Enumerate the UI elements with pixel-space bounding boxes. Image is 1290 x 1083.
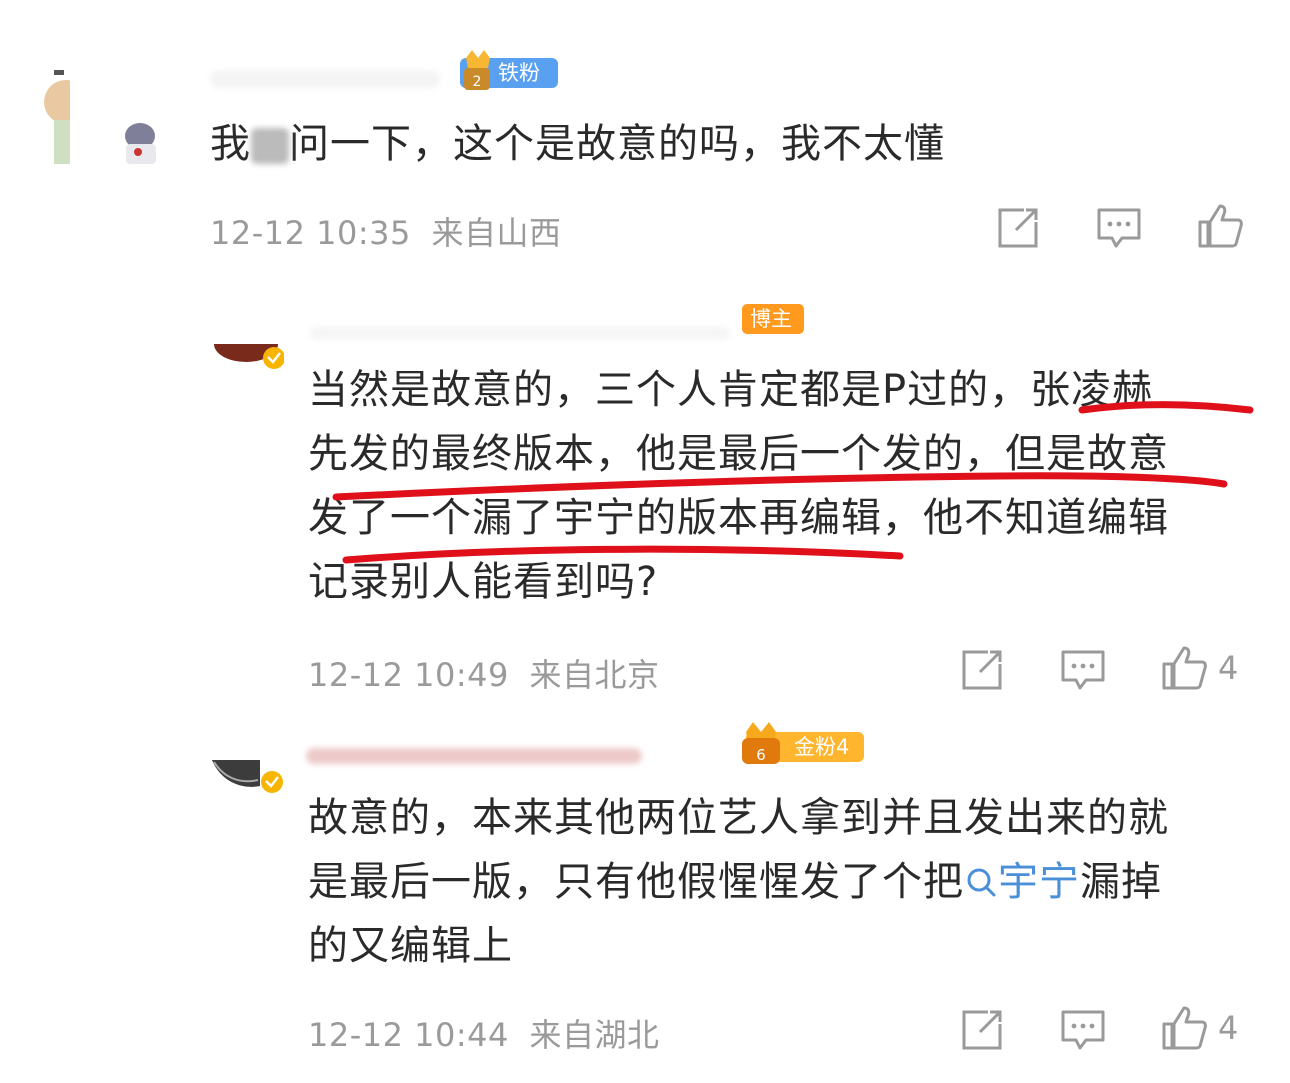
location: 来自北京 (529, 656, 660, 694)
comment-text: 故意的，本来其他两位艺人拿到并且发出来的就 是最后一版，只有他假惺惺发了个把 宇宁… (308, 786, 1268, 978)
username-hidden (306, 748, 642, 764)
avatar[interactable] (40, 60, 88, 170)
like-button[interactable]: 4 (1160, 1004, 1238, 1052)
share-button[interactable] (960, 1008, 1004, 1052)
crown-badge-icon: 2 (464, 50, 490, 90)
comment-line: 故意的，本来其他两位艺人拿到并且发出来的就 (308, 795, 1169, 841)
like-icon (1162, 1006, 1207, 1050)
share-button[interactable] (996, 206, 1040, 250)
like-count: 4 (1218, 649, 1239, 687)
comment-line: 记录别人能看到吗? (308, 559, 659, 605)
fan-badge[interactable]: 6 金粉4 (742, 722, 864, 764)
like-button[interactable]: 4 (1160, 644, 1238, 692)
timestamp: 12-12 10:35 (210, 214, 411, 252)
comment-icon (1061, 1010, 1105, 1050)
share-icon (962, 650, 1002, 690)
reply-button[interactable] (1060, 648, 1106, 694)
username-hidden (310, 326, 730, 340)
like-button[interactable] (1196, 202, 1254, 250)
location: 来自湖北 (529, 1016, 660, 1054)
crown-badge-icon: 6 (742, 722, 780, 764)
avatar[interactable] (212, 344, 284, 370)
timestamp: 12-12 10:44 (308, 1016, 509, 1054)
like-icon (1198, 204, 1243, 248)
comment-line: 当然是故意的，三个人肯定都是P过的，张凌赫 (308, 367, 1154, 413)
comment-line: 发了一个漏了宇宁的版本再编辑，他不知道编辑 (308, 495, 1169, 541)
comment-meta: 12-12 10:35 来自山西 (210, 208, 562, 254)
svg-text:2: 2 (473, 74, 482, 90)
share-icon (962, 1010, 1002, 1050)
comment-line: 先发的最终版本，他是最后一个发的，但是故意 (308, 431, 1169, 477)
avatar-sticker (118, 118, 166, 168)
author-badge: 博主 (742, 304, 804, 334)
comment-meta: 12-12 10:44 来自湖北 (308, 1010, 660, 1056)
like-count: 4 (1218, 1009, 1239, 1047)
comment-text: 当然是故意的，三个人肯定都是P过的，张凌赫 先发的最终版本，他是最后一个发的，但… (308, 358, 1268, 614)
comment-icon (1097, 208, 1141, 248)
topic-search-link[interactable]: 宇宁 (964, 859, 1080, 905)
location: 来自山西 (431, 214, 562, 252)
comment-icon (1061, 650, 1105, 690)
avatar[interactable] (210, 760, 286, 800)
comment-meta: 12-12 10:49 来自北京 (308, 650, 660, 696)
comment-line: 的又编辑上 (308, 923, 513, 969)
like-icon (1162, 646, 1207, 690)
comment-text: 我问一下，这个是故意的吗，我不太懂 (210, 121, 945, 167)
share-button[interactable] (960, 648, 1004, 692)
verified-icon (261, 771, 283, 793)
verified-icon (263, 347, 284, 369)
fan-badge-label: 铁粉1 (498, 61, 540, 115)
author-badge-label: 博主 (750, 307, 792, 331)
search-icon (967, 868, 996, 897)
svg-text:6: 6 (756, 746, 766, 764)
timestamp: 12-12 10:49 (308, 656, 509, 694)
username-hidden (210, 70, 440, 88)
reply-button[interactable] (1060, 1008, 1106, 1054)
share-icon (998, 208, 1038, 248)
comment-line: 是最后一版，只有他假惺惺发了个把 宇宁漏掉 (308, 859, 1162, 905)
fan-badge-label: 金粉4 (794, 735, 850, 759)
fan-badge[interactable]: 2 铁粉1 (460, 50, 558, 115)
reply-button[interactable] (1096, 206, 1142, 252)
